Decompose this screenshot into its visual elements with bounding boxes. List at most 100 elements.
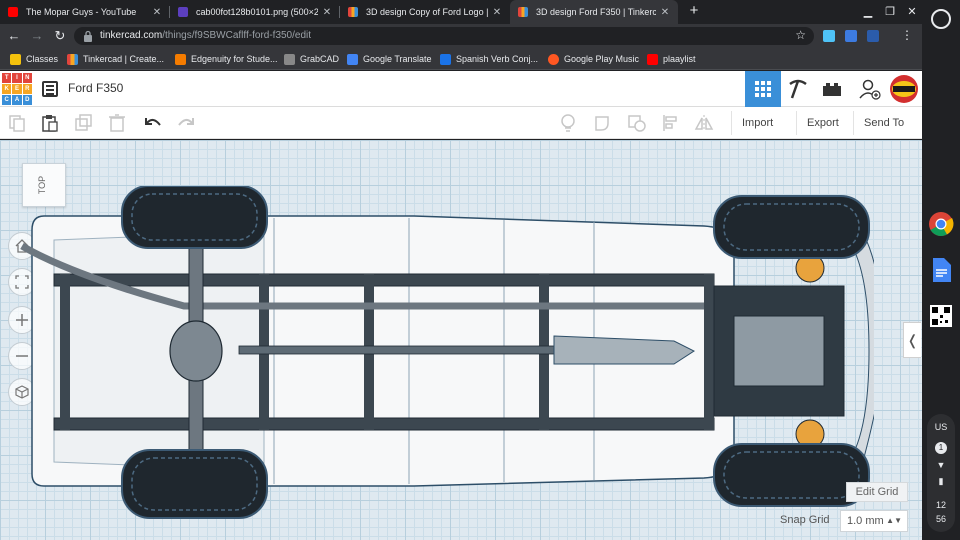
tab-title: 3D design Ford F350 | Tinkercad xyxy=(536,7,656,17)
folder-icon xyxy=(10,53,21,65)
copy-icon[interactable] xyxy=(7,113,27,133)
image-favicon-icon xyxy=(178,7,188,17)
edit-toolbar: Import Export Send To xyxy=(0,107,922,139)
keyboard-layout: US xyxy=(934,422,948,432)
ungroup-icon[interactable] xyxy=(627,113,647,133)
close-tab-icon[interactable]: ✕ xyxy=(152,7,162,18)
docs-app-icon[interactable] xyxy=(927,256,955,284)
browser-tab-strip: The Mopar Guys - YouTube ✕ cab00fot128b0… xyxy=(0,0,922,24)
bookmark-item[interactable]: Google Translate xyxy=(347,52,432,66)
bookmark-item[interactable]: Classes xyxy=(10,52,58,66)
wheel-rear-right xyxy=(121,449,268,519)
redo-icon[interactable] xyxy=(176,113,196,133)
tab-title: cab00fot128b0101.png (500×2 xyxy=(196,7,318,17)
edit-grid-button[interactable]: Edit Grid xyxy=(846,482,908,502)
bookmark-star-icon[interactable]: ☆ xyxy=(795,28,806,42)
snap-grid-label: Snap Grid xyxy=(780,514,830,526)
blocks-view-button[interactable] xyxy=(780,71,816,107)
frame-rail-top xyxy=(53,273,715,287)
design-title[interactable]: Ford F350 xyxy=(68,81,123,95)
tinkercad-favicon-icon xyxy=(518,7,528,17)
restore-icon[interactable]: ❐ xyxy=(880,2,900,22)
import-button[interactable]: Import xyxy=(731,111,783,135)
close-tab-icon[interactable]: ✕ xyxy=(322,7,332,18)
align-icon[interactable] xyxy=(661,113,681,133)
bricks-view-button[interactable] xyxy=(814,71,850,107)
wheel-front-left xyxy=(713,195,870,259)
mopar-avatar[interactable] xyxy=(888,74,920,104)
back-icon[interactable]: ← xyxy=(6,28,22,44)
bookmarks-bar: Classes Tinkercad | Create... Edgenuity … xyxy=(0,48,922,70)
tab-1[interactable]: cab00fot128b0101.png (500×2 ✕ xyxy=(170,0,340,24)
close-tab-icon[interactable]: ✕ xyxy=(660,7,670,18)
tab-title: 3D design Copy of Ford Logo | T xyxy=(366,7,488,17)
bed-panel xyxy=(53,231,265,471)
tab-2[interactable]: 3D design Copy of Ford Logo | T ✕ xyxy=(340,0,510,24)
mirror-icon[interactable] xyxy=(694,113,714,133)
notification-count-badge: 1 xyxy=(927,442,955,454)
wheel-rear-left xyxy=(121,186,268,249)
close-window-icon[interactable]: ✕ xyxy=(902,2,922,22)
grid-icon xyxy=(755,81,771,97)
extension-icon[interactable] xyxy=(845,30,857,42)
delete-icon[interactable] xyxy=(107,113,127,133)
new-tab-button[interactable]: + xyxy=(686,3,702,19)
user-account-button[interactable] xyxy=(852,71,888,107)
tab-3-active[interactable]: 3D design Ford F350 | Tinkercad ✕ xyxy=(510,0,678,24)
clock-minute: 56 xyxy=(935,514,946,524)
launcher-icon[interactable] xyxy=(931,9,951,29)
close-tab-icon[interactable]: ✕ xyxy=(492,7,502,18)
drive-shaft xyxy=(238,345,560,355)
send-to-button[interactable]: Send To xyxy=(853,111,914,135)
grabcad-icon xyxy=(284,53,295,65)
bookmark-item[interactable]: Spanish Verb Conj... xyxy=(440,52,538,66)
panel-toggle-handle[interactable]: ❬ xyxy=(903,322,921,358)
minimize-icon[interactable]: ▁ xyxy=(858,2,878,22)
bookmark-item[interactable]: Google Play Music xyxy=(548,52,639,66)
light-bulb-icon[interactable] xyxy=(558,113,578,133)
truck-chassis-model[interactable] xyxy=(14,186,874,526)
differential xyxy=(169,320,223,382)
reload-icon[interactable]: ↻ xyxy=(52,28,68,44)
chevron-down-icon: ▲▼ xyxy=(886,516,902,525)
url-host: tinkercad.com xyxy=(100,30,163,41)
brick-icon xyxy=(823,83,841,96)
spanish-verb-icon xyxy=(440,53,451,65)
bookmark-item[interactable]: Tinkercad | Create... xyxy=(67,52,164,66)
group-icon[interactable] xyxy=(593,113,613,133)
design-list-icon[interactable] xyxy=(42,81,58,97)
play-music-icon xyxy=(548,53,559,65)
screen: The Mopar Guys - YouTube ✕ cab00fot128b0… xyxy=(0,0,960,540)
tab-0[interactable]: The Mopar Guys - YouTube ✕ xyxy=(0,0,170,24)
chrome-app-icon[interactable] xyxy=(927,210,955,238)
extension-icon[interactable] xyxy=(823,30,835,42)
google-translate-icon xyxy=(347,53,358,65)
os-shelf: US 1 ▼ ▮ 12 56 xyxy=(922,0,960,540)
tinkercad-logo[interactable]: T I N K E R C A D xyxy=(2,73,32,105)
url-path: /things/f9SBWCaflff-ford-f350/edit xyxy=(162,30,312,41)
edgenuity-icon xyxy=(175,53,186,65)
undo-icon[interactable] xyxy=(143,113,163,133)
bookmark-item[interactable]: GrabCAD xyxy=(284,52,339,66)
user-add-icon xyxy=(859,79,881,100)
omnibox[interactable]: tinkercad.com/things/f9SBWCaflff-ford-f3… xyxy=(74,27,814,45)
chrome-menu-icon[interactable]: ⋮ xyxy=(900,28,914,42)
bookmark-item[interactable]: Edgenuity for Stude... xyxy=(175,52,278,66)
frame-rail-bottom xyxy=(53,417,715,431)
status-tray[interactable]: US 1 ▼ ▮ 12 56 xyxy=(927,414,955,532)
duplicate-icon[interactable] xyxy=(74,113,94,133)
snap-grid-select[interactable]: 1.0 mm ▲▼ xyxy=(840,510,908,532)
lock-icon xyxy=(84,30,92,42)
wifi-icon: ▼ xyxy=(936,460,946,470)
battery-icon: ▮ xyxy=(938,476,944,486)
extension-icon[interactable] xyxy=(867,30,879,42)
3d-view-button[interactable] xyxy=(745,71,781,107)
export-button[interactable]: Export xyxy=(796,111,849,135)
tinkercad-header: T I N K E R C A D Ford F350 xyxy=(0,71,922,107)
qr-app-icon[interactable] xyxy=(927,302,955,330)
paste-icon[interactable] xyxy=(40,113,60,133)
youtube-icon xyxy=(647,53,658,65)
forward-icon[interactable]: → xyxy=(29,28,45,44)
bookmark-item[interactable]: plaaylist xyxy=(647,52,696,66)
tinkercad-favicon-icon xyxy=(348,7,358,17)
